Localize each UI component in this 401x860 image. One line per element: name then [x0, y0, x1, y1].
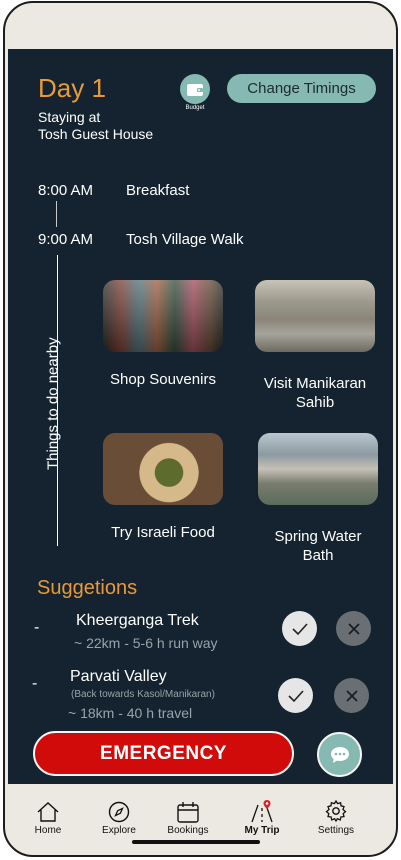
manikaran-gurudwara-photo — [255, 280, 375, 352]
change-timings-button[interactable]: Change Timings — [227, 74, 376, 103]
gear-icon — [311, 799, 361, 823]
day-title: Day 1 — [38, 73, 106, 103]
nearby-section-label: Things to do nearby — [44, 337, 62, 471]
suggestion-name: Kheerganga Trek — [76, 612, 199, 629]
reject-suggestion-button[interactable] — [334, 678, 369, 713]
nearby-card-title: Shop Souvenirs — [110, 371, 216, 388]
timeline-connector — [56, 201, 57, 227]
nav-settings[interactable]: Settings — [311, 799, 361, 836]
nav-explore[interactable]: Explore — [97, 799, 141, 836]
day-itinerary-screen: Day 1 Staying at Tosh Guest House Budget… — [8, 49, 393, 784]
schedule-time: 9:00 AM — [38, 231, 94, 248]
suggestion-name: Parvati Valley — [70, 668, 167, 685]
schedule-activity: Tosh Village Walk — [126, 231, 244, 248]
schedule-row[interactable]: 9:00 AM Tosh Village Walk — [38, 231, 244, 248]
budget-label: Budget — [185, 105, 205, 111]
nearby-card-title: Visit Manikaran Sahib — [263, 375, 367, 411]
check-icon — [287, 689, 304, 702]
home-indicator — [132, 840, 260, 844]
suggestion-detail: ~ 22km - 5-6 h run way — [74, 635, 218, 651]
nearby-card-title: Try Israeli Food — [111, 524, 215, 541]
suggestion-dash: - — [34, 619, 40, 636]
reject-suggestion-button[interactable] — [336, 611, 371, 646]
suggestions-title: Suggetions — [37, 577, 138, 599]
souvenir-market-photo — [103, 280, 223, 352]
nav-bookings[interactable]: Bookings — [163, 799, 213, 836]
emergency-button[interactable]: EMERGENCY — [33, 731, 294, 776]
chat-bubble-icon — [330, 746, 349, 763]
nav-label: Settings — [317, 825, 355, 836]
schedule-row[interactable]: 8:00 AM Breakfast — [38, 182, 189, 199]
nav-label: My Trip — [244, 825, 280, 836]
home-icon — [29, 799, 67, 823]
suggestion-detail: ~ 18km - 40 h travel — [68, 705, 193, 721]
check-icon — [291, 622, 308, 635]
staying-label: Staying at — [38, 109, 101, 125]
calendar-icon — [163, 799, 213, 823]
nav-home[interactable]: Home — [29, 799, 67, 836]
suggestion-note: (Back towards Kasol/Manikaran) — [71, 689, 215, 700]
phone-frame: Day 1 Staying at Tosh Guest House Budget… — [3, 1, 398, 857]
wallet-icon — [180, 74, 210, 104]
close-icon — [347, 622, 360, 635]
hot-spring-bath-photo — [258, 433, 378, 505]
israeli-food-photo — [103, 433, 223, 505]
nav-label: Bookings — [167, 825, 209, 836]
nav-my-trip[interactable]: My Trip — [239, 799, 285, 836]
accept-suggestion-button[interactable] — [278, 678, 313, 713]
staying-info: Staying at Tosh Guest House — [38, 109, 153, 143]
route-pin-icon — [239, 799, 285, 823]
nearby-card-manikaran[interactable]: Visit Manikaran Sahib — [252, 280, 378, 412]
staying-place: Tosh Guest House — [38, 126, 154, 142]
schedule-time: 8:00 AM — [38, 182, 94, 199]
nearby-card-souvenirs[interactable]: Shop Souvenirs — [103, 280, 223, 389]
close-icon — [345, 689, 358, 702]
nav-label: Explore — [102, 825, 136, 836]
suggestion-dash: - — [32, 675, 38, 692]
budget-button[interactable]: Budget — [177, 74, 213, 111]
nearby-card-israeli-food[interactable]: Try Israeli Food — [103, 433, 223, 542]
nearby-card-title: Spring Water Bath — [274, 528, 362, 564]
nearby-card-spring-bath[interactable]: Spring Water Bath — [258, 433, 378, 565]
compass-icon — [97, 799, 141, 823]
schedule-activity: Breakfast — [126, 182, 190, 199]
chat-button[interactable] — [317, 732, 362, 777]
nav-label: Home — [34, 825, 62, 836]
accept-suggestion-button[interactable] — [282, 611, 317, 646]
